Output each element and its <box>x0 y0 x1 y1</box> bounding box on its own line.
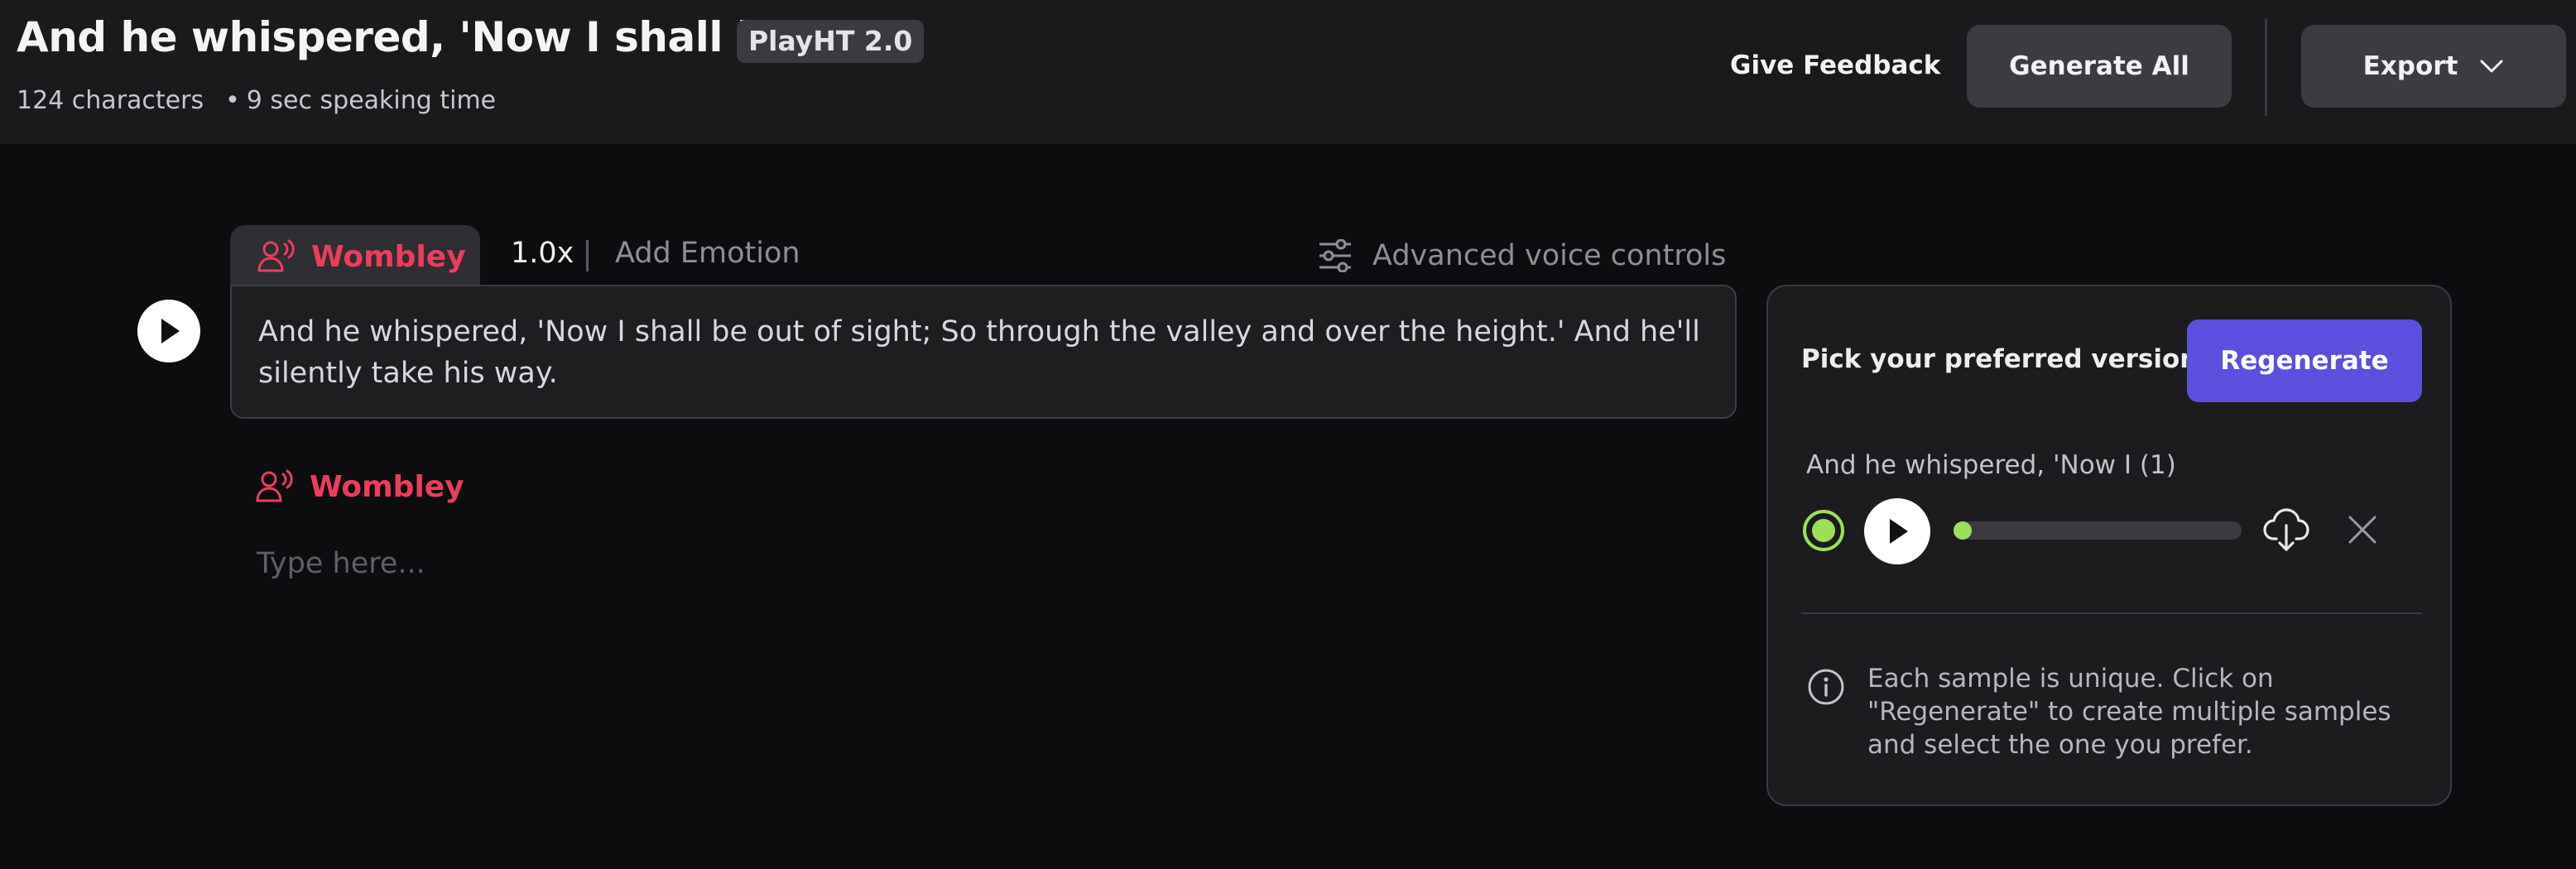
play-icon <box>161 319 180 343</box>
info-text: Each sample is unique. Click on "Regener… <box>1867 664 2391 760</box>
export-button[interactable]: Export <box>2301 25 2566 108</box>
radio-selected-dot <box>1812 519 1835 542</box>
sample-label: And he whispered, 'Now I (1) <box>1806 450 2176 480</box>
progress-knob[interactable] <box>1954 521 1972 540</box>
top-header: And he whispered, 'Now I shall b... Play… <box>0 0 2576 144</box>
toolbar-separator <box>586 240 589 271</box>
regenerate-label: Regenerate <box>2220 346 2389 376</box>
export-label: Export <box>2362 51 2458 81</box>
close-icon <box>2348 516 2377 544</box>
panel-divider <box>1801 612 2422 614</box>
speed-selector[interactable]: 1.0x <box>511 237 574 270</box>
remove-sample-button[interactable] <box>2341 508 2384 551</box>
document-title: And he whispered, 'Now I shall b... <box>17 13 812 61</box>
speaking-time: 9 sec speaking time <box>246 86 497 115</box>
cloud-download-icon <box>2263 508 2309 551</box>
voice-selector-tab[interactable]: Wombley <box>230 225 480 288</box>
regenerate-button[interactable]: Regenerate <box>2187 319 2422 402</box>
character-count: 124 characters <box>17 86 204 115</box>
generate-all-label: Generate All <box>2009 51 2189 81</box>
pick-version-title: Pick your preferred version <box>1801 344 2199 374</box>
play-icon <box>1890 519 1908 544</box>
voice-speaker-icon <box>256 469 293 502</box>
add-emotion-button[interactable]: Add Emotion <box>615 237 800 270</box>
generate-all-button[interactable]: Generate All <box>1967 25 2232 108</box>
voice-speaker-icon <box>257 239 295 272</box>
sample-picker-panel: Pick your preferred version Regenerate A… <box>1766 285 2452 806</box>
info-icon <box>1808 669 1844 705</box>
chevron-down-icon <box>2480 60 2503 73</box>
paragraph-text: And he whispered, 'Now I shall be out of… <box>258 315 1700 390</box>
second-voice-selector[interactable]: Wombley <box>255 465 464 508</box>
paragraph-play-button[interactable] <box>137 300 200 362</box>
sample-progress-bar[interactable] <box>1954 521 2242 540</box>
second-voice-name: Wombley <box>310 469 464 504</box>
voice-name: Wombley <box>311 239 466 274</box>
advanced-controls-label: Advanced voice controls <box>1372 239 1727 272</box>
advanced-voice-controls-button[interactable]: Advanced voice controls <box>1318 235 1726 276</box>
new-paragraph-input[interactable] <box>257 543 1498 584</box>
document-meta: 124 characters • 9 sec speaking time <box>17 86 496 115</box>
download-sample-button[interactable] <box>2260 503 2313 556</box>
give-feedback-button[interactable]: Give Feedback <box>1730 45 1940 86</box>
meta-separator-dot: • <box>225 86 240 115</box>
sample-play-button[interactable] <box>1864 498 1930 564</box>
paragraph-text-box[interactable]: And he whispered, 'Now I shall be out of… <box>230 285 1737 419</box>
model-badge: PlayHT 2.0 <box>737 20 925 63</box>
sample-select-radio[interactable] <box>1803 510 1844 551</box>
header-divider <box>2265 18 2267 116</box>
sliders-icon <box>1319 239 1351 272</box>
